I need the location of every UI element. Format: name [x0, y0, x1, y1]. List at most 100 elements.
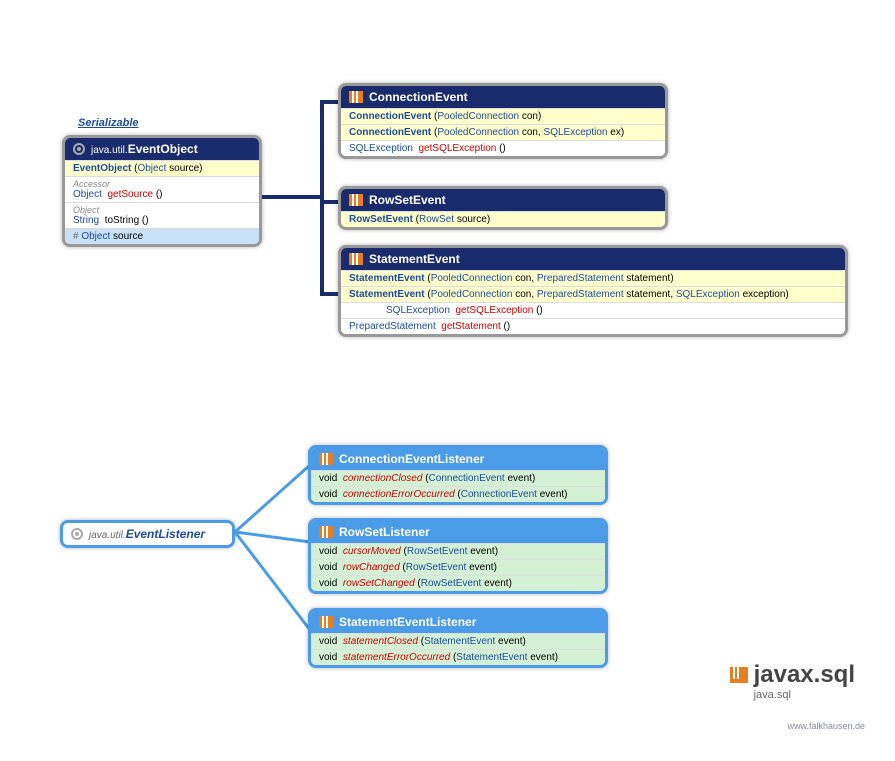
- connector-line: [262, 195, 322, 199]
- ctor-ptype: Object: [137, 163, 166, 174]
- c1p1n: con: [522, 111, 538, 122]
- rowsetevent-class-box: RowSetEvent RowSetEvent (RowSet source): [338, 186, 668, 230]
- field-type: Object: [81, 231, 110, 242]
- bars-icon: [349, 253, 363, 265]
- bars-icon: [319, 616, 333, 628]
- rm1n: cursorMoved: [343, 546, 401, 557]
- sel-header: StatementEventListener: [311, 611, 605, 633]
- cel-m1: void connectionClosed (ConnectionEvent e…: [311, 470, 605, 486]
- sem2n: getStatement: [441, 321, 500, 332]
- c2n: ConnectionEvent: [349, 127, 431, 138]
- sel-m1: void statementClosed (StatementEvent eve…: [311, 633, 605, 649]
- sm1r: void: [319, 636, 337, 647]
- rowsetlistener-box: RowSetListener void cursorMoved (RowSetE…: [308, 518, 608, 594]
- sel-m2: void statementErrorOccurred (StatementEv…: [311, 649, 605, 665]
- eventobject-name: EventObject: [128, 142, 198, 156]
- rsl-m2: void rowChanged (RowSetEvent event): [311, 559, 605, 575]
- gear-icon: [73, 143, 85, 155]
- rowsetevent-header: RowSetEvent: [341, 189, 665, 211]
- rm2n: rowChanged: [343, 562, 400, 573]
- el-name: EventListener: [126, 527, 205, 541]
- conev-ctor2: ConnectionEvent (PooledConnection con, S…: [341, 124, 665, 140]
- sm2r: void: [319, 652, 337, 663]
- conev-ctor1: ConnectionEvent (PooledConnection con): [341, 108, 665, 124]
- cm2pn: event: [540, 489, 564, 500]
- connector-line: [320, 200, 340, 204]
- rm2pn: event: [469, 562, 493, 573]
- connectioneventlistener-box: ConnectionEventListener void connectionC…: [308, 445, 608, 505]
- field-row: # Object source: [65, 228, 259, 244]
- cm1pt: ConnectionEvent: [429, 473, 505, 484]
- sm1n: statementClosed: [343, 636, 418, 647]
- conev-m1: SQLException getSQLException (): [341, 140, 665, 156]
- bars-icon: [349, 194, 363, 206]
- sm1pn: event: [498, 636, 522, 647]
- statementeventlistener-box: StatementEventListener void statementClo…: [308, 608, 608, 668]
- s2p3t: SQLException: [676, 289, 740, 300]
- s1p2n: statement: [626, 273, 670, 284]
- rm3n: rowSetChanged: [343, 578, 415, 589]
- getsource-ret: Object: [73, 189, 102, 200]
- m1r: SQLException: [349, 143, 413, 154]
- statementevent-name: StatementEvent: [369, 252, 460, 266]
- getsource-method: getSource: [107, 189, 153, 200]
- cm2r: void: [319, 489, 337, 500]
- connector-line: [320, 100, 324, 295]
- se-ctor2: StatementEvent (PooledConnection con, Pr…: [341, 286, 845, 302]
- statementevent-header: StatementEvent: [341, 248, 845, 270]
- c1p1t: PooledConnection: [437, 111, 519, 122]
- sem1r: SQLException: [386, 305, 450, 316]
- s2p2n: statement: [626, 289, 670, 300]
- rm1pt: RowSetEvent: [407, 546, 468, 557]
- sel-name: StatementEventListener: [339, 615, 476, 629]
- m1n: getSQLException: [419, 143, 497, 154]
- bars-icon: [349, 91, 363, 103]
- rowsetevent-name: RowSetEvent: [369, 193, 446, 207]
- bars-icon: [319, 526, 333, 538]
- object-section: Object String toString (): [65, 202, 259, 228]
- eventobject-ctor: EventObject (Object source): [65, 160, 259, 176]
- package-name-big: javax.sql: [754, 661, 855, 689]
- s1n: StatementEvent: [349, 273, 425, 284]
- object-label: Object: [73, 205, 251, 215]
- cel-name: ConnectionEventListener: [339, 452, 484, 466]
- se-ctor1: StatementEvent (PooledConnection con, Pr…: [341, 270, 845, 286]
- eventobject-header: java.util.EventObject: [65, 138, 259, 160]
- c1n: ConnectionEvent: [349, 111, 431, 122]
- cm2n: connectionErrorOccurred: [343, 489, 455, 500]
- rm2pt: RowSetEvent: [406, 562, 467, 573]
- sem2r: PreparedStatement: [349, 321, 436, 332]
- se-m1: SQLException getSQLException (): [341, 302, 845, 318]
- rm1pn: event: [470, 546, 494, 557]
- cm1n: connectionClosed: [343, 473, 423, 484]
- serializable-label: Serializable: [78, 117, 139, 129]
- rsl-name: RowSetListener: [339, 525, 430, 539]
- c2p2n: ex: [610, 127, 621, 138]
- accessor-label: Accessor: [73, 179, 251, 189]
- el-pkg: java.util.: [89, 530, 126, 541]
- c2p2t: SQLException: [544, 127, 608, 138]
- connector-svg: [235, 450, 315, 650]
- rse-ctor: RowSetEvent (RowSet source): [341, 211, 665, 227]
- cm1pn: event: [507, 473, 531, 484]
- sm2pt: StatementEvent: [456, 652, 527, 663]
- cel-header: ConnectionEventListener: [311, 448, 605, 470]
- gear-icon: [71, 528, 83, 540]
- sem1n: getSQLException: [456, 305, 534, 316]
- eventobject-pkg: java.util.: [91, 145, 128, 156]
- rm2r: void: [319, 562, 337, 573]
- c2p1t: PooledConnection: [437, 127, 519, 138]
- rcn: RowSetEvent: [349, 214, 413, 225]
- s1p1t: PooledConnection: [431, 273, 513, 284]
- cm1r: void: [319, 473, 337, 484]
- connectionevent-class-box: ConnectionEvent ConnectionEvent (PooledC…: [338, 83, 668, 159]
- s2p3n: exception: [743, 289, 786, 300]
- rcp1t: RowSet: [419, 214, 454, 225]
- rm3r: void: [319, 578, 337, 589]
- field-name: source: [113, 231, 143, 242]
- connector-line: [320, 100, 340, 104]
- rm3pt: RowSetEvent: [421, 578, 482, 589]
- connector-line: [320, 292, 340, 296]
- accessor-section: Accessor Object getSource (): [65, 176, 259, 202]
- ctor-pname: source: [169, 163, 199, 174]
